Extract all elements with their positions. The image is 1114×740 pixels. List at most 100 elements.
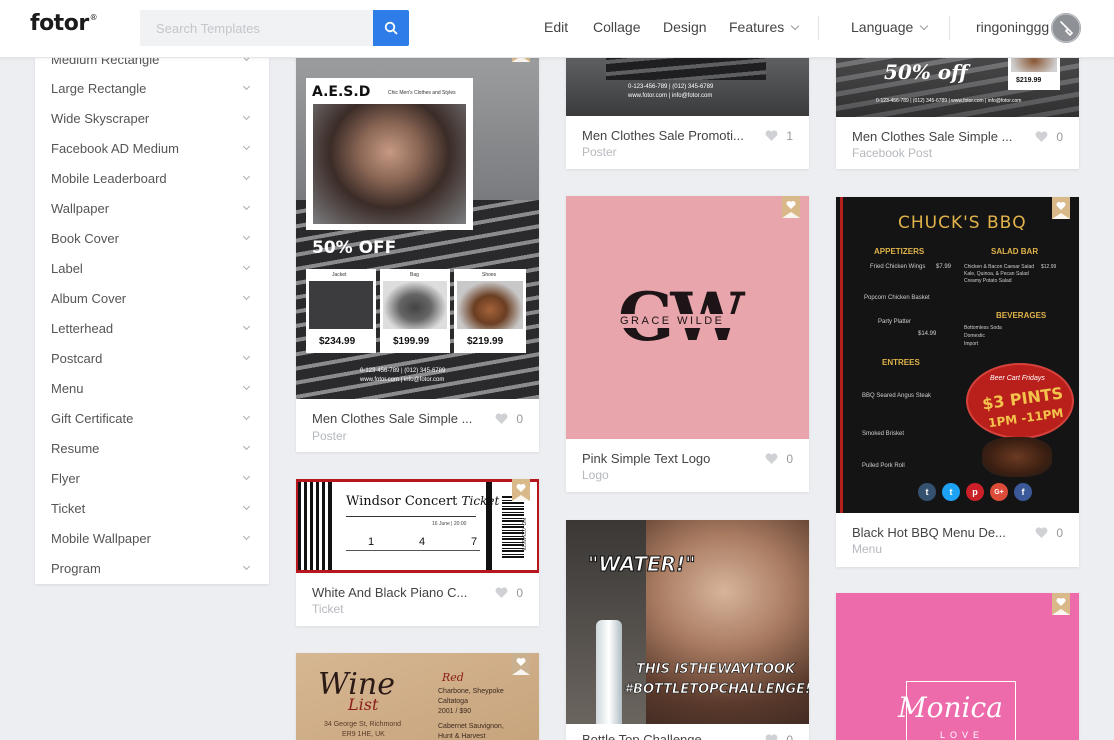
chevron-down-icon: [242, 322, 251, 331]
menu-section: ENTREES: [882, 358, 920, 367]
social-icons: t t p G+ f: [918, 483, 1032, 501]
promo-label: Beer Cart Fridays: [990, 375, 1045, 382]
sidebar-item-large-rectangle[interactable]: Large Rectangle: [35, 73, 269, 103]
like-count: 0: [516, 412, 523, 426]
like-counter[interactable]: 0: [1035, 130, 1063, 144]
sidebar-item-book-cover[interactable]: Book Cover: [35, 223, 269, 253]
ticket-heading: Windsor Concert: [346, 494, 458, 509]
template-title[interactable]: Bottle Top Challenge: [582, 732, 702, 740]
menu-item: Party Platter: [878, 319, 912, 325]
nav-features-label: Features: [729, 19, 785, 35]
sidebar-item-album-cover[interactable]: Album Cover: [35, 283, 269, 313]
menu-item: Pulled Pork Roll: [862, 463, 905, 469]
template-card[interactable]: Windsor Concert Ticket 16 June | 20:00 1…: [296, 479, 539, 626]
logo-name: GRACE WILDE: [620, 315, 725, 327]
sidebar-item-mobile-wallpaper[interactable]: Mobile Wallpaper: [35, 523, 269, 553]
chevron-down-icon: [242, 352, 251, 361]
search-input[interactable]: [140, 10, 373, 46]
chevron-down-icon: [242, 172, 251, 181]
username[interactable]: ringoninggg: [976, 19, 1049, 35]
sidebar-item-label: Large Rectangle: [51, 80, 147, 96]
sidebar-item-flyer[interactable]: Flyer: [35, 463, 269, 493]
template-title[interactable]: Black Hot BBQ Menu De...: [852, 525, 1006, 540]
template-card[interactable]: CHUCK'S BBQ APPETIZERS SALAD BAR Fried C…: [836, 197, 1079, 567]
ticket-body: Windsor Concert Ticket 16 June | 20:00 1…: [298, 482, 537, 570]
bookmark-ribbon[interactable]: [512, 653, 530, 675]
sidebar-item-wide-skyscraper[interactable]: Wide Skyscraper: [35, 103, 269, 133]
template-card[interactable]: Wine List 34 George St, Richmond ER9 1HE…: [296, 653, 539, 740]
ticket-seat-2: 4: [419, 536, 426, 548]
template-category: Logo: [582, 468, 609, 482]
nav-language[interactable]: Language: [851, 19, 929, 35]
user-icon: [1051, 13, 1081, 43]
photo-frame: A.E.S.D Chic Men's Clothes and Styles: [306, 78, 473, 230]
twitter-icon[interactable]: t: [942, 483, 960, 501]
nav-features[interactable]: Features: [729, 19, 800, 35]
sidebar-item-ticket[interactable]: Ticket: [35, 493, 269, 523]
wine-item: 2001 / $90: [438, 708, 472, 715]
logo-trademark: ®: [89, 13, 98, 22]
sidebar-item-label-category[interactable]: Label: [35, 253, 269, 283]
sidebar-item-program[interactable]: Program: [35, 553, 269, 583]
sidebar-item-postcard[interactable]: Postcard: [35, 343, 269, 373]
sidebar-item-mobile-leaderboard[interactable]: Mobile Leaderboard: [35, 163, 269, 193]
avatar[interactable]: [1051, 13, 1081, 43]
sidebar-item-label: Wallpaper: [51, 200, 110, 216]
menu-item: BBQ Seared Angus Steak: [862, 393, 932, 399]
template-title[interactable]: Men Clothes Sale Simple ...: [852, 129, 1012, 144]
template-thumbnail: A.E.S.D Chic Men's Clothes and Styles 50…: [296, 40, 539, 399]
ticket-rule: [346, 516, 476, 517]
like-counter[interactable]: 0: [495, 412, 523, 426]
like-count: 0: [786, 733, 793, 740]
ticket-rule: [346, 550, 480, 551]
template-title[interactable]: Pink Simple Text Logo: [582, 451, 710, 466]
chevron-down-icon: [242, 502, 251, 511]
like-counter[interactable]: 0: [765, 452, 793, 466]
water-bottle: [596, 620, 622, 724]
like-counter[interactable]: 1: [765, 129, 793, 143]
template-title[interactable]: Men Clothes Sale Simple ...: [312, 411, 472, 426]
google-plus-icon[interactable]: G+: [990, 483, 1008, 501]
sidebar-item-label: Mobile Leaderboard: [51, 170, 167, 186]
template-card[interactable]: 0-123-456-789 | (012) 345-6789 www.fotor…: [566, 40, 809, 169]
product-price: $199.99: [393, 336, 430, 347]
heart-icon: [516, 484, 526, 492]
bookmark-ribbon[interactable]: [512, 479, 530, 501]
template-thumbnail: GW GRACE WILDE: [566, 196, 809, 439]
menu-item: Fried Chicken Wings: [870, 264, 926, 270]
nav-collage[interactable]: Collage: [593, 19, 640, 35]
like-counter[interactable]: 0: [765, 733, 793, 740]
product-price: $234.99: [319, 336, 356, 347]
pinterest-icon[interactable]: p: [966, 483, 984, 501]
top-header: fotor® Edit Collage Design Features Lang…: [0, 0, 1114, 58]
like-counter[interactable]: 0: [495, 586, 523, 600]
fotor-logo[interactable]: fotor®: [30, 11, 98, 36]
template-card[interactable]: A.E.S.D Chic Men's Clothes and Styles 50…: [296, 40, 539, 452]
sidebar-item-menu[interactable]: Menu: [35, 373, 269, 403]
portrait-photo: [313, 104, 466, 224]
ticket-seat-3: 7: [471, 536, 478, 548]
nav-edit[interactable]: Edit: [544, 19, 568, 35]
template-title[interactable]: Men Clothes Sale Promoti...: [582, 128, 744, 143]
bookmark-ribbon[interactable]: [1052, 593, 1070, 615]
facebook-icon[interactable]: f: [1014, 483, 1032, 501]
template-card[interactable]: 50% off $219.99 0-123-456-789 | (012) 34…: [836, 40, 1079, 169]
bookmark-ribbon[interactable]: [1052, 197, 1070, 219]
chevron-down-icon: [242, 382, 251, 391]
like-counter[interactable]: 0: [1035, 526, 1063, 540]
sidebar-item-letterhead[interactable]: Letterhead: [35, 313, 269, 343]
sidebar-item-resume[interactable]: Resume: [35, 433, 269, 463]
sidebar-item-gift-certificate[interactable]: Gift Certificate: [35, 403, 269, 433]
template-card[interactable]: "WATER!" THIS ISTHEWAYITOOK #BOTTLETOPCH…: [566, 520, 809, 740]
template-card[interactable]: GW GRACE WILDE Pink Simple Text Logo Log…: [566, 196, 809, 492]
product-image: [383, 281, 447, 329]
bookmark-ribbon[interactable]: [782, 196, 800, 218]
template-title[interactable]: White And Black Piano C...: [312, 585, 467, 600]
sidebar-item-facebook-ad-medium[interactable]: Facebook AD Medium: [35, 133, 269, 163]
tumblr-icon[interactable]: t: [918, 483, 936, 501]
search-button[interactable]: [373, 10, 409, 46]
nav-design[interactable]: Design: [663, 19, 707, 35]
sidebar-item-wallpaper[interactable]: Wallpaper: [35, 193, 269, 223]
sidebar-item-label: Ticket: [51, 500, 86, 516]
template-card[interactable]: Monica LOVE: [836, 593, 1079, 740]
